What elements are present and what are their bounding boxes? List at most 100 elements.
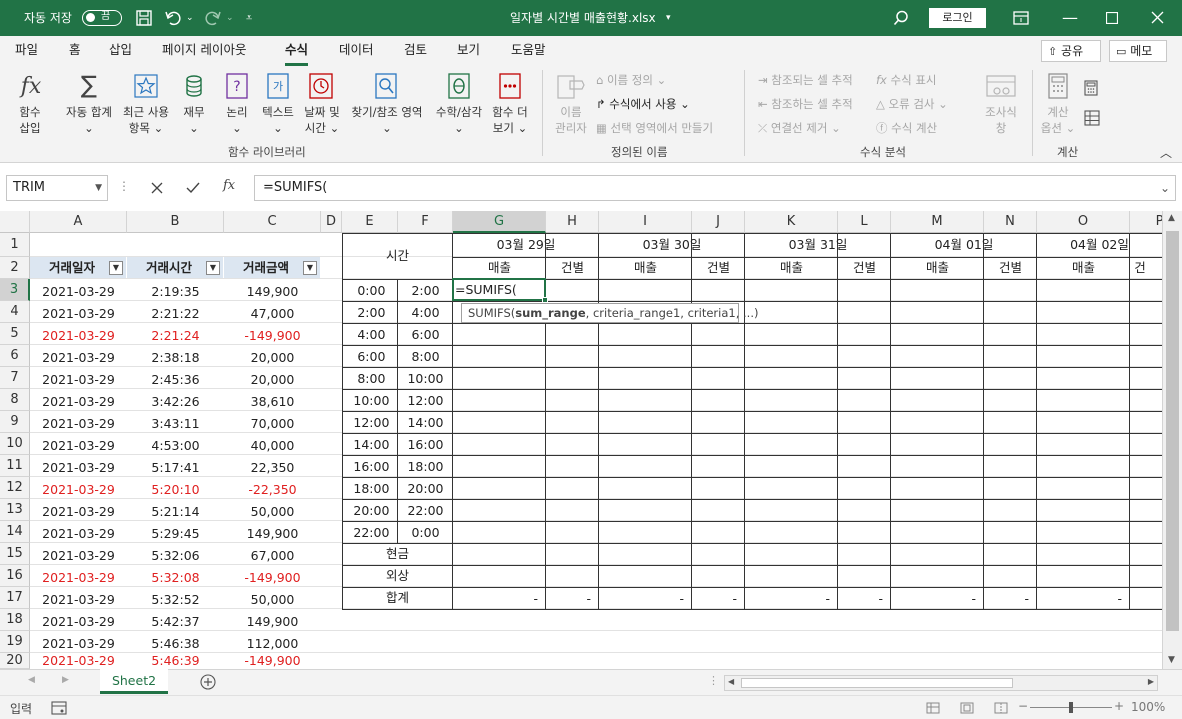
- cell-time[interactable]: 2:38:18: [127, 345, 224, 367]
- slot-end[interactable]: 8:00: [398, 345, 453, 367]
- cell-date[interactable]: 2021-03-29: [30, 367, 127, 389]
- cell-amount[interactable]: 20,000: [224, 367, 321, 389]
- cell-amount[interactable]: 70,000: [224, 411, 321, 433]
- slot-start[interactable]: 14:00: [342, 433, 401, 455]
- cell-amount[interactable]: 149,900: [224, 279, 321, 301]
- cell-time[interactable]: 5:21:14: [127, 499, 224, 521]
- tab-data[interactable]: 데이터: [339, 36, 374, 66]
- tab-view[interactable]: 보기: [457, 36, 480, 66]
- add-sheet-icon[interactable]: [200, 674, 216, 690]
- slot-end[interactable]: 20:00: [398, 477, 453, 499]
- vertical-scroll-thumb[interactable]: [1166, 231, 1179, 631]
- ribbon-display-icon[interactable]: [1013, 11, 1029, 25]
- tab-formulas[interactable]: 수식: [285, 36, 309, 66]
- cell-time[interactable]: 3:42:26: [127, 389, 224, 411]
- login-button[interactable]: 로그인: [929, 8, 986, 28]
- cell-amount[interactable]: -149,900: [224, 653, 321, 668]
- tab-page-layout[interactable]: 페이지 레이아웃: [162, 36, 246, 66]
- name-manager-button[interactable]: 이름 관리자: [548, 104, 594, 136]
- cell-date[interactable]: 2021-03-29: [30, 301, 127, 323]
- row-header-15[interactable]: 15: [0, 543, 30, 565]
- cell-date[interactable]: 2021-03-29: [30, 521, 127, 543]
- tab-help[interactable]: 도움말: [511, 36, 546, 66]
- use-in-formula-button[interactable]: ↱ 수식에서 사용 ⌄: [596, 96, 690, 112]
- slot-end[interactable]: 12:00: [398, 389, 453, 411]
- zoom-out-icon[interactable]: −: [1018, 699, 1028, 713]
- slot-end[interactable]: 18:00: [398, 455, 453, 477]
- slot-end[interactable]: 0:00: [398, 521, 453, 543]
- total-value[interactable]: -: [745, 587, 830, 609]
- filter-dropdown-icon[interactable]: ▼: [303, 261, 317, 275]
- slot-start[interactable]: 6:00: [342, 345, 401, 367]
- cell-amount[interactable]: 67,000: [224, 543, 321, 565]
- maximize-icon[interactable]: [1106, 12, 1118, 24]
- total-value[interactable]: -: [984, 587, 1029, 609]
- show-formulas-button[interactable]: fx 수식 표시: [876, 72, 937, 88]
- slot-start[interactable]: 22:00: [342, 521, 401, 543]
- evaluate-formula-button[interactable]: ⓕ 수식 계산: [876, 120, 937, 136]
- column-header-g[interactable]: G: [453, 211, 546, 233]
- minimize-icon[interactable]: —: [1062, 0, 1078, 36]
- total-value[interactable]: -: [838, 587, 883, 609]
- cell-time[interactable]: 2:21:24: [127, 323, 224, 345]
- scroll-down-icon[interactable]: ▼: [1168, 655, 1175, 665]
- cell-date[interactable]: 2021-03-29: [30, 433, 127, 455]
- row-header-13[interactable]: 13: [0, 499, 30, 521]
- worksheet-grid[interactable]: ABCDEFGHIJKLMNOP 1 2 3 4 5 6 7 8 9 10 11 12 13 14 15 16…: [0, 211, 1162, 669]
- slot-start[interactable]: 10:00: [342, 389, 401, 411]
- cell-date[interactable]: 2021-03-29: [30, 609, 127, 631]
- trace-dependents-button[interactable]: ⇤ 참조하는 셀 추적: [758, 96, 853, 112]
- calculate-now-icon[interactable]: [1084, 80, 1098, 96]
- cell-date[interactable]: 2021-03-29: [30, 543, 127, 565]
- page-layout-view-icon[interactable]: [960, 702, 974, 714]
- scroll-up-icon[interactable]: ▲: [1168, 213, 1175, 223]
- watch-window-button[interactable]: 조사식 창: [978, 104, 1024, 136]
- slot-start[interactable]: 2:00: [342, 301, 401, 323]
- slot-start[interactable]: 4:00: [342, 323, 401, 345]
- function-tooltip[interactable]: SUMIFS(sum_range, criteria_range1, crite…: [461, 303, 758, 323]
- formula-input[interactable]: =SUMIFS(⌄: [254, 175, 1176, 201]
- tab-insert[interactable]: 삽입: [109, 36, 132, 66]
- define-name-button[interactable]: ⌂ 이름 정의 ⌄: [596, 72, 666, 88]
- cell-date[interactable]: 2021-03-29: [30, 587, 127, 609]
- logical-button[interactable]: 논리 ⌄: [220, 104, 254, 136]
- row-header-14[interactable]: 14: [0, 521, 30, 543]
- slot-end[interactable]: 16:00: [398, 433, 453, 455]
- redo-icon[interactable]: [204, 9, 222, 27]
- autosum-button[interactable]: 자동 합계 ⌄: [60, 104, 118, 136]
- slot-start[interactable]: 8:00: [342, 367, 401, 389]
- slot-end[interactable]: 2:00: [398, 279, 453, 301]
- total-value[interactable]: -: [546, 587, 591, 609]
- cell-date[interactable]: 2021-03-29: [30, 389, 127, 411]
- cell-time[interactable]: 5:20:10: [127, 477, 224, 499]
- cell-amount[interactable]: 40,000: [224, 433, 321, 455]
- zoom-in-icon[interactable]: +: [1114, 699, 1124, 713]
- column-header-m[interactable]: M: [891, 211, 984, 233]
- cell-time[interactable]: 5:17:41: [127, 455, 224, 477]
- column-header-h[interactable]: H: [546, 211, 599, 233]
- autosave-toggle[interactable]: 끔: [82, 10, 122, 26]
- column-header-n[interactable]: N: [984, 211, 1037, 233]
- row-header-10[interactable]: 10: [0, 433, 30, 455]
- prev-sheet-icon[interactable]: ◀: [28, 675, 35, 685]
- normal-view-icon[interactable]: [926, 702, 940, 714]
- cell-amount[interactable]: -22,350: [224, 477, 321, 499]
- slot-start[interactable]: 20:00: [342, 499, 401, 521]
- enter-icon[interactable]: [186, 182, 200, 194]
- cell-date[interactable]: 2021-03-29: [30, 631, 127, 653]
- title-dropdown-icon[interactable]: ▾: [666, 0, 671, 36]
- cell-date[interactable]: 2021-03-29: [30, 279, 127, 301]
- column-header-o[interactable]: O: [1037, 211, 1130, 233]
- cell-amount[interactable]: 20,000: [224, 345, 321, 367]
- cell-time[interactable]: 5:42:37: [127, 609, 224, 631]
- cell-date[interactable]: 2021-03-29: [30, 477, 127, 499]
- column-header-a[interactable]: A: [30, 211, 127, 233]
- insert-function-fx-icon[interactable]: fx: [223, 178, 235, 193]
- macro-record-icon[interactable]: [51, 701, 67, 715]
- remove-arrows-button[interactable]: ⤫ 연결선 제거 ⌄: [758, 120, 841, 136]
- trace-precedents-button[interactable]: ⇥ 참조되는 셀 추적: [758, 72, 853, 88]
- cell-amount[interactable]: 38,610: [224, 389, 321, 411]
- row-header-4[interactable]: 4: [0, 301, 30, 323]
- text-function-button[interactable]: 텍스트 ⌄: [258, 104, 298, 136]
- scroll-right-icon[interactable]: ▶: [1148, 677, 1154, 686]
